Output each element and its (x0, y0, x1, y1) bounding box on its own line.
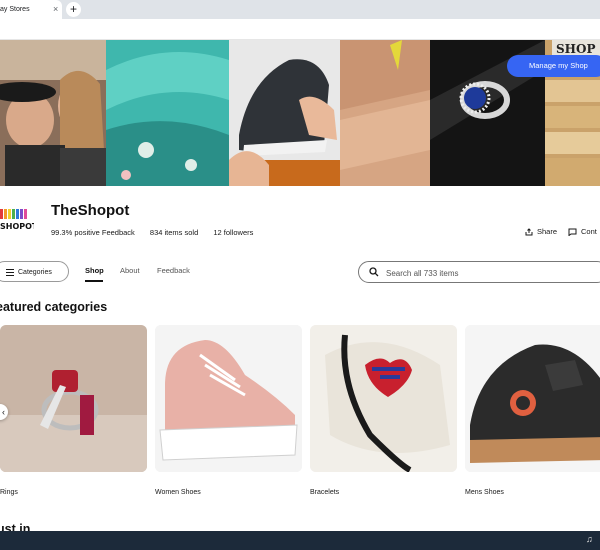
share-label: Share (537, 227, 558, 236)
close-icon[interactable]: × (53, 0, 58, 19)
category-label-mens-shoes[interactable]: Mens Shoes (465, 489, 504, 496)
tab-title: ay Stores (0, 6, 30, 13)
active-tab-indicator (85, 280, 103, 282)
banner-sneaker-image (229, 40, 340, 186)
ring-product-image (0, 325, 147, 472)
banner-people-image (0, 40, 106, 186)
categories-label: Categories (18, 269, 52, 276)
category-label-bracelets[interactable]: Bracelets (310, 489, 339, 496)
category-card-women-shoes[interactable] (155, 325, 302, 472)
shop-name: TheShopot (51, 202, 130, 219)
contact-label: Cont (581, 227, 597, 236)
category-card-rings[interactable] (0, 325, 147, 472)
message-icon (568, 228, 577, 237)
system-tray-icon[interactable]: ♫ (586, 534, 593, 544)
tab-feedback[interactable]: Feedback (157, 266, 190, 275)
tab-about[interactable]: About (120, 266, 140, 275)
category-label-rings[interactable]: Rings (0, 489, 18, 496)
os-taskbar (0, 531, 600, 550)
feedback-stat[interactable]: 99.3% positive Feedback (51, 228, 135, 237)
banner-bedding-image (106, 40, 229, 186)
browser-toolbar (0, 19, 600, 40)
followers-stat: 12 followers (213, 228, 254, 237)
tab-shop[interactable]: Shop (85, 266, 104, 275)
search-box[interactable] (358, 261, 600, 283)
share-button[interactable]: Share (525, 227, 557, 236)
categories-button[interactable]: Categories (0, 261, 69, 282)
contact-button[interactable]: Cont (568, 227, 597, 237)
manage-shop-button[interactable]: Manage my Shop (507, 55, 600, 77)
search-icon (369, 267, 379, 277)
chevron-left-icon: ‹ (2, 407, 5, 417)
search-input[interactable] (384, 265, 598, 281)
items-sold-stat: 834 items sold (149, 228, 199, 237)
category-card-mens-shoes[interactable] (465, 325, 600, 472)
new-tab-button[interactable]: + (66, 2, 81, 17)
browser-tab[interactable]: ay Stores × (0, 0, 62, 19)
browser-tab-bar: ay Stores × + (0, 0, 600, 19)
menu-icon (6, 268, 14, 276)
shop-stats: 99.3% positive Feedback 834 items sold 1… (51, 228, 266, 237)
bracelet-product-image (310, 325, 457, 472)
category-card-bracelets[interactable] (310, 325, 457, 472)
featured-categories-title: eatured categories (0, 300, 108, 314)
share-icon (525, 228, 533, 236)
mens-shoes-product-image (465, 325, 600, 472)
women-shoes-product-image (155, 325, 302, 472)
logo-text: SHOPOT (0, 222, 34, 231)
shop-logo: SHOPOT (0, 209, 34, 231)
banner-towels-image (340, 40, 430, 186)
category-label-women-shoes[interactable]: Women Shoes (155, 489, 201, 496)
